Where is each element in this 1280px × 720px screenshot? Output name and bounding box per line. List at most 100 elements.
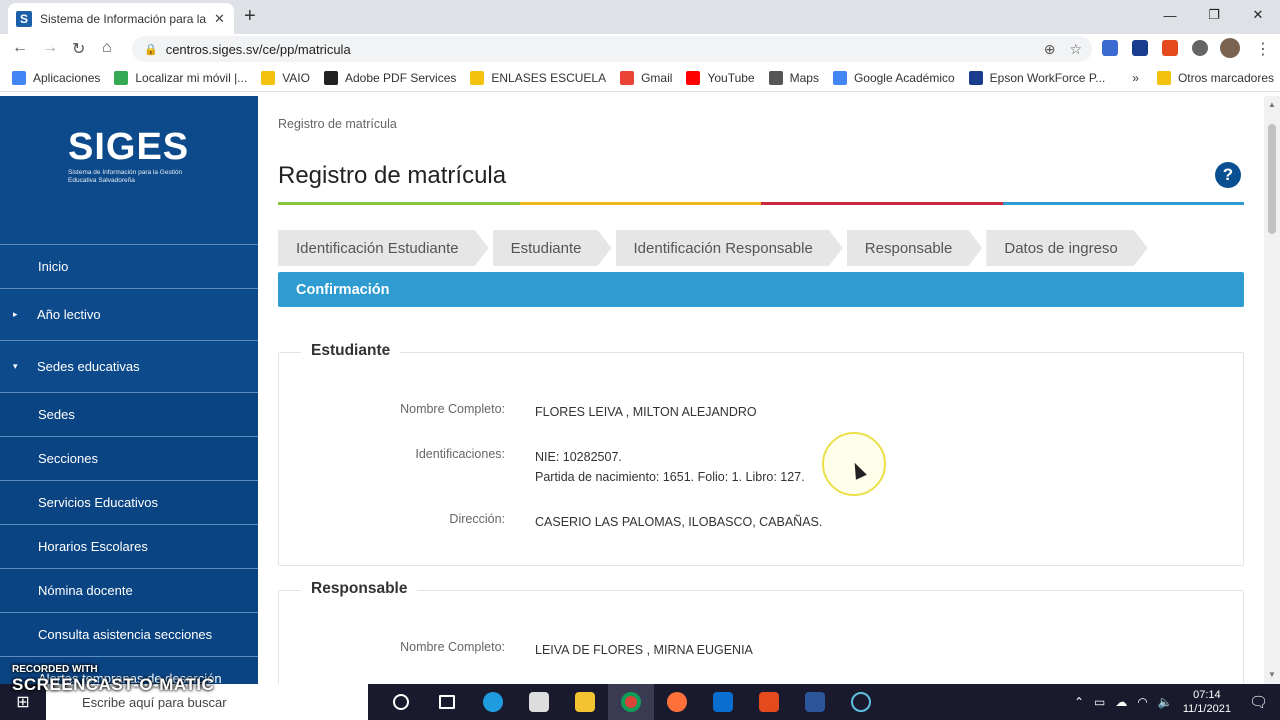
breadcrumb[interactable]: Registro de matrícula — [278, 117, 397, 131]
file-explorer-icon[interactable] — [562, 684, 608, 720]
volume-icon[interactable]: 🔈 — [1158, 695, 1173, 709]
logo-subtitle: Sistema de Información para la Gestión E… — [68, 169, 183, 184]
taskbar-apps — [378, 684, 884, 720]
bookmark-label: Maps — [789, 70, 819, 85]
sidebar-item-ano-lectivo[interactable]: ▸ Año lectivo — [0, 288, 258, 340]
bookmark-item[interactable]: Localizar mi móvil |... — [114, 70, 248, 85]
address-bar[interactable]: 🔒 centros.siges.sv/ce/pp/matricula ⊕ ☆ — [132, 36, 1092, 62]
bookmark-icon — [114, 70, 129, 85]
system-tray: ⌃ ▭ ☁ ◠ 🔈 07:14 11/1/2021 🗨 — [1074, 684, 1280, 720]
bookmark-item[interactable]: Google Académico — [832, 70, 955, 85]
bookmarks-overflow-icon[interactable]: » — [1132, 71, 1139, 85]
browser-menu-icon[interactable]: ⋮ — [1255, 39, 1271, 59]
word-icon[interactable] — [792, 684, 838, 720]
wizard-step[interactable]: Responsable — [847, 230, 983, 266]
scroll-down-icon[interactable]: ▼ — [1268, 670, 1276, 679]
sidebar-item-sedes[interactable]: Sedes — [0, 392, 258, 436]
extensions-puzzle-icon[interactable] — [1192, 40, 1208, 56]
bookmark-icon — [12, 70, 26, 85]
bookmark-item[interactable]: Adobe PDF Services — [323, 70, 457, 85]
bookmark-icon — [470, 70, 485, 85]
url-text: centros.siges.sv/ce/pp/matricula — [165, 41, 351, 57]
sidebar-item-label: Secciones — [38, 451, 98, 466]
taskbar-clock[interactable]: 07:14 11/1/2021 — [1183, 688, 1231, 716]
bookmark-star-icon[interactable]: ☆ — [1069, 41, 1082, 58]
bookmark-item[interactable]: Gmail — [620, 70, 672, 85]
watermark-brand: SCREENCAST-O-MATIC — [12, 675, 215, 694]
extension-reader-icon[interactable] — [1132, 40, 1148, 56]
sidebar-item-inicio[interactable]: Inicio — [0, 244, 258, 288]
wizard-step-confirmation[interactable]: Confirmación — [278, 272, 1244, 307]
wizard-step[interactable]: Identificación Estudiante — [278, 230, 489, 266]
siges-logo[interactable]: SIGES Sistema de Información para la Ges… — [68, 126, 198, 185]
bookmark-item[interactable]: Aplicaciones — [12, 70, 101, 85]
bookmark-label: Aplicaciones — [33, 70, 101, 85]
clock-time: 07:14 — [1193, 689, 1221, 701]
wizard-steps: Identificación Estudiante Estudiante Ident… — [278, 230, 1152, 266]
cortana-icon[interactable] — [378, 684, 424, 720]
zoom-icon[interactable]: ⊕ — [1044, 41, 1056, 58]
bookmark-item[interactable]: ENLASES ESCUELA — [470, 70, 607, 85]
office-extension-icon[interactable] — [1162, 40, 1178, 56]
main-content: Registro de matrícula Registro de matríc… — [258, 96, 1264, 684]
bookmark-item[interactable]: Maps — [768, 70, 819, 85]
sidebar-item-consulta-asistencia-secciones[interactable]: Consulta asistencia secciones — [0, 612, 258, 656]
chrome-icon[interactable] — [608, 684, 654, 720]
sidebar-item-nomina-docente[interactable]: Nómina docente — [0, 568, 258, 612]
bookmark-icon — [323, 70, 338, 85]
notifications-icon[interactable]: 🗨 — [1249, 693, 1268, 711]
screencast-watermark: RECORDED WITH SCREENCAST-O-MATIC — [12, 664, 214, 695]
sidebar-item-secciones[interactable]: Secciones — [0, 436, 258, 480]
scroll-up-icon[interactable]: ▲ — [1268, 100, 1276, 109]
mail-icon[interactable] — [700, 684, 746, 720]
page-title: Registro de matrícula — [278, 162, 507, 189]
sidebar-item-sedes-educativas[interactable]: ▾ Sedes educativas — [0, 340, 258, 392]
profile-avatar[interactable] — [1220, 38, 1240, 58]
screencast-app-icon[interactable] — [838, 684, 884, 720]
firefox-icon[interactable] — [654, 684, 700, 720]
page-scrollbar[interactable]: ▲ ▼ — [1264, 96, 1280, 684]
reload-icon[interactable]: ↻ — [72, 39, 85, 59]
clock-date: 11/1/2021 — [1182, 703, 1231, 715]
wizard-step[interactable]: Datos de ingreso — [986, 230, 1147, 266]
wifi-icon[interactable]: ◠ — [1137, 695, 1147, 709]
help-icon[interactable]: ? — [1215, 162, 1241, 188]
bookmark-item[interactable]: VAIO — [261, 70, 310, 85]
office-icon[interactable] — [746, 684, 792, 720]
sidebar-item-servicios-educativos[interactable]: Servicios Educativos — [0, 480, 258, 524]
extension-academic-icon[interactable] — [1102, 40, 1118, 56]
back-icon[interactable]: ← — [12, 39, 28, 57]
student-name-value: FLORES LEIVA , MILTON ALEJANDRO — [535, 405, 757, 419]
student-address-value: CASERIO LAS PALOMAS, ILOBASCO, CABAÑAS. — [535, 515, 823, 529]
sidebar-item-label: Nómina docente — [38, 583, 133, 598]
store-icon[interactable] — [516, 684, 562, 720]
other-bookmarks[interactable]: Otros marcadores — [1178, 71, 1274, 85]
responsible-name-value: LEIVA DE FLORES , MIRNA EUGENIA — [535, 643, 753, 657]
wizard-step[interactable]: Identificación Responsable — [616, 230, 843, 266]
edge-icon[interactable] — [470, 684, 516, 720]
bookmark-label: Google Académico — [853, 70, 955, 85]
minimize-icon[interactable]: — — [1148, 0, 1192, 30]
tray-expand-icon[interactable]: ⌃ — [1074, 695, 1084, 709]
cloud-icon[interactable]: ☁ — [1115, 695, 1127, 709]
close-window-icon[interactable]: ✕ — [1236, 0, 1280, 30]
restore-icon[interactable]: ❐ — [1192, 0, 1236, 30]
bookmark-item[interactable]: Epson WorkForce P... — [968, 70, 1105, 85]
task-view-icon[interactable] — [424, 684, 470, 720]
bookmark-label: Localizar mi móvil |... — [135, 70, 248, 85]
forward-icon[interactable]: → — [42, 39, 58, 57]
browser-tab[interactable]: S Sistema de Información para la G ✕ — [8, 3, 234, 34]
window-controls: — ❐ ✕ — [1148, 0, 1280, 30]
battery-icon[interactable]: ▭ — [1094, 695, 1105, 709]
bookmark-label: ENLASES ESCUELA — [491, 70, 607, 85]
bookmark-icon — [620, 70, 635, 85]
close-tab-icon[interactable]: ✕ — [214, 11, 225, 27]
scroll-thumb[interactable] — [1268, 124, 1276, 234]
caret-right-icon: ▸ — [13, 309, 18, 319]
bookmark-label: Adobe PDF Services — [344, 70, 457, 85]
sidebar-item-horarios-escolares[interactable]: Horarios Escolares — [0, 524, 258, 568]
home-icon[interactable]: ⌂ — [102, 39, 112, 57]
bookmark-item[interactable]: YouTube — [686, 70, 755, 85]
new-tab-icon[interactable]: + — [244, 5, 256, 28]
wizard-step[interactable]: Estudiante — [493, 230, 612, 266]
